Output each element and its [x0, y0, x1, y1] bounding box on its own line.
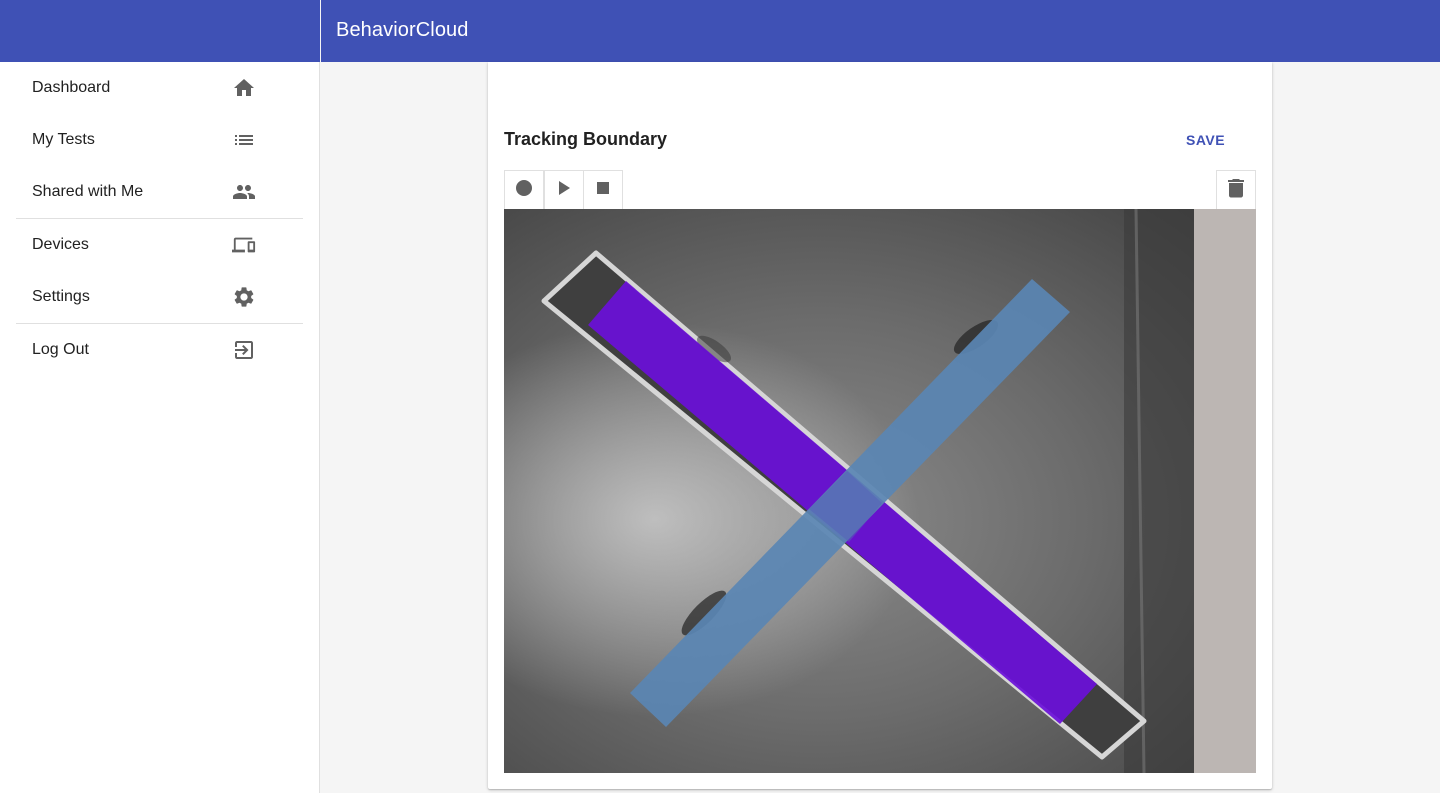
- sidebar: Dashboard My Tests Shared with Me Device…: [0, 62, 320, 793]
- people-icon: [232, 180, 256, 204]
- record-button[interactable]: [504, 170, 544, 210]
- sidebar-item-label: Dashboard: [32, 79, 111, 96]
- card-title: Tracking Boundary: [504, 129, 668, 149]
- home-icon: [232, 76, 256, 100]
- sidebar-item-shared-with-me[interactable]: Shared with Me: [16, 166, 303, 218]
- main-content: Tracking Boundary SAVE: [321, 62, 1440, 793]
- camera-feed-canvas: [504, 209, 1256, 773]
- nav-group-main: Dashboard My Tests Shared with Me: [0, 62, 319, 218]
- exit-icon: [232, 338, 256, 362]
- sidebar-item-label: Settings: [32, 288, 90, 305]
- sidebar-item-log-out[interactable]: Log Out: [16, 324, 303, 376]
- wall-shadow: [1124, 209, 1194, 773]
- sidebar-item-label: Devices: [32, 236, 89, 253]
- sidebar-item-settings[interactable]: Settings: [16, 271, 303, 323]
- list-icon: [232, 128, 256, 152]
- delete-button[interactable]: [1216, 170, 1256, 210]
- gear-icon: [232, 285, 256, 309]
- play-icon: [557, 180, 571, 201]
- sidebar-item-label: Shared with Me: [32, 183, 144, 200]
- trash-icon: [1228, 178, 1244, 203]
- app-bar-sidebar-header: [0, 0, 320, 62]
- sidebar-item-label: My Tests: [32, 131, 95, 148]
- drawing-toolbar: [504, 170, 1256, 210]
- camera-feed[interactable]: [504, 209, 1256, 773]
- nav-group-account: Log Out: [0, 324, 319, 376]
- sidebar-item-label: Log Out: [32, 341, 89, 358]
- play-button[interactable]: [544, 170, 584, 210]
- devices-icon: [232, 233, 256, 257]
- stop-button[interactable]: [583, 170, 623, 210]
- wall-edge: [1194, 209, 1256, 773]
- sidebar-item-dashboard[interactable]: Dashboard: [16, 62, 303, 114]
- record-icon: [515, 179, 533, 202]
- stop-icon: [597, 181, 609, 199]
- sidebar-item-my-tests[interactable]: My Tests: [16, 114, 303, 166]
- tracking-boundary-card: Tracking Boundary SAVE: [488, 62, 1272, 789]
- app-title: BehaviorCloud: [336, 19, 469, 41]
- app-bar: BehaviorCloud: [321, 0, 1440, 62]
- sidebar-item-devices[interactable]: Devices: [16, 219, 303, 271]
- nav-group-config: Devices Settings: [0, 219, 319, 323]
- save-button[interactable]: SAVE: [1170, 125, 1241, 155]
